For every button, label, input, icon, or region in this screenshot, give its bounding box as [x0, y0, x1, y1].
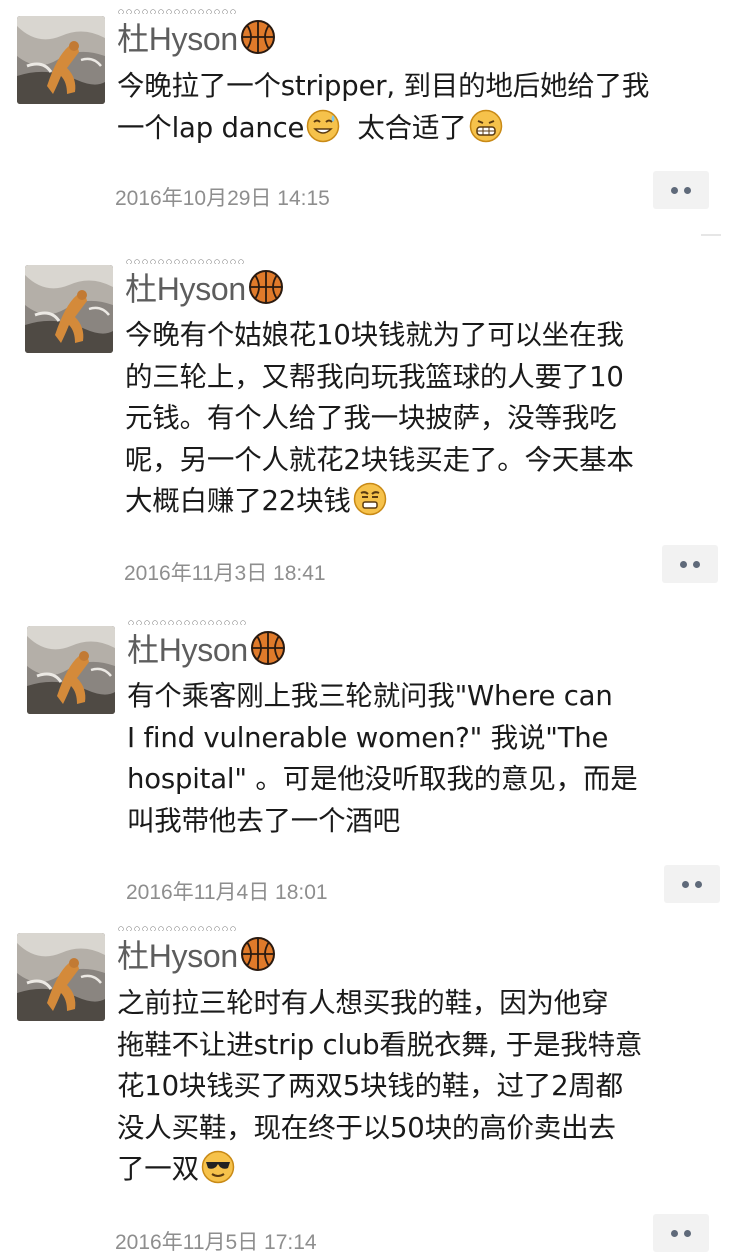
post-text-line: 拖鞋不让进strip club看脱衣舞, 于是我特意	[117, 1028, 643, 1061]
author-row: 杜Hyson	[117, 925, 276, 979]
avatar[interactable]	[27, 626, 115, 714]
post-timestamp: 2016年10月29日 14:15	[115, 187, 330, 210]
author-name[interactable]: 杜Hyson	[117, 8, 238, 60]
post-text: 今晚有个姑娘花10块钱就为了可以坐在我 的三轮上，又帮我向玩我篮球的人要了10 …	[125, 315, 634, 523]
post-text: 有个乘客刚上我三轮就问我"Where can I find vulnerable…	[127, 676, 638, 842]
post-text-line: 没人买鞋，现在终于以50块的高价卖出去	[117, 1111, 616, 1144]
post-text-line: 叫我带他去了一个酒吧	[127, 804, 400, 837]
sunglasses-emoji-icon	[201, 1150, 235, 1184]
author-row: 杜Hyson	[117, 8, 276, 62]
post-text-line: 花10块钱买了两双5块钱的鞋，过了2周都	[117, 1070, 623, 1102]
post-text-line: I find vulnerable women?" 我说"The	[127, 721, 609, 754]
post-timestamp: 2016年11月3日 18:41	[124, 562, 326, 585]
post-text-line: 元钱。有个人给了我一块披萨，没等我吃	[125, 402, 617, 434]
basketball-icon	[248, 269, 284, 305]
feed-post: 杜Hyson 今晚拉了一个stripper, 到目的地后她给了我 一个lap d…	[0, 0, 735, 236]
author-row: 杜Hyson	[127, 619, 286, 673]
more-dots-icon	[682, 880, 689, 888]
post-text-line: 之前拉三轮时有人想买我的鞋，因为他穿	[117, 987, 609, 1019]
post-text-line: 今晚有个姑娘花10块钱就为了可以坐在我	[125, 319, 624, 351]
more-dots-icon	[671, 186, 678, 194]
divider	[701, 234, 721, 236]
avatar[interactable]	[17, 933, 105, 1021]
more-button[interactable]	[664, 865, 720, 903]
post-text-line: hospital" 。可是他没听取我的意见，而是	[127, 763, 638, 795]
post-text: 之前拉三轮时有人想买我的鞋，因为他穿 拖鞋不让进strip club看脱衣舞, …	[117, 983, 642, 1191]
more-button[interactable]	[662, 545, 718, 583]
post-text-line: 太合适了	[357, 111, 467, 144]
more-dots-icon	[671, 1229, 678, 1237]
post-text-line: 呢，另一个人就花2块钱买走了。今天基本	[125, 443, 634, 476]
author-row: 杜Hyson	[125, 258, 284, 312]
post-timestamp: 2016年11月5日 17:14	[115, 1231, 317, 1254]
more-button[interactable]	[653, 171, 709, 209]
basketball-icon	[250, 630, 286, 666]
post-text-line: 的三轮上，又帮我向玩我篮球的人要了10	[125, 360, 624, 393]
avatar[interactable]	[17, 16, 105, 104]
post-text: 今晚拉了一个stripper, 到目的地后她给了我 一个lap dance 太合…	[117, 66, 649, 149]
post-text-line: 一个lap dance	[117, 111, 305, 144]
more-button[interactable]	[653, 1214, 709, 1252]
avatar[interactable]	[25, 265, 113, 353]
author-name[interactable]: 杜Hyson	[127, 619, 248, 671]
author-name[interactable]: 杜Hyson	[125, 258, 246, 310]
more-dots-icon	[680, 560, 687, 568]
post-timestamp: 2016年11月4日 18:01	[126, 881, 328, 904]
post-text-line: 大概白赚了22块钱	[125, 485, 351, 517]
post-text-line: 了一双	[117, 1153, 199, 1185]
basketball-icon	[240, 936, 276, 972]
post-text-line: 今晚拉了一个stripper, 到目的地后她给了我	[117, 70, 650, 102]
author-name[interactable]: 杜Hyson	[117, 925, 238, 977]
grin-emoji-icon	[469, 109, 503, 143]
sweat-smile-emoji-icon	[306, 109, 340, 143]
post-text-line: 有个乘客刚上我三轮就问我"Where can	[127, 680, 613, 712]
basketball-icon	[240, 19, 276, 55]
smirk-emoji-icon	[353, 482, 387, 516]
